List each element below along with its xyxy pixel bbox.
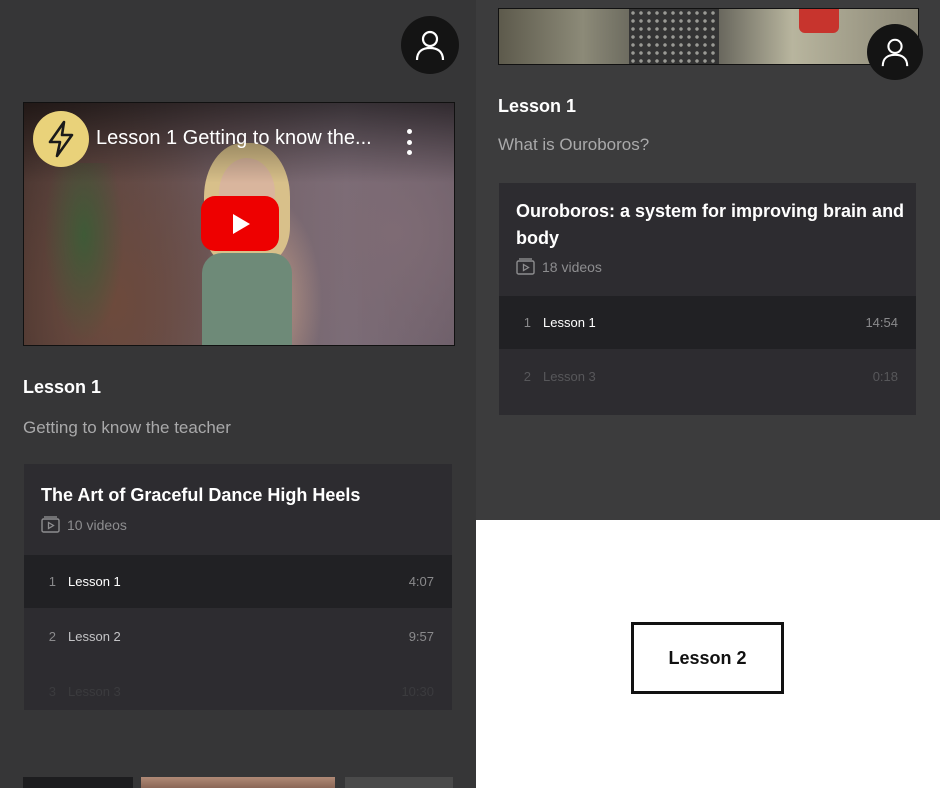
course-title: The Art of Graceful Dance High Heels — [41, 485, 361, 505]
course-card: Ouroboros: a system for improving brain … — [499, 183, 916, 415]
video-list-icon — [516, 258, 535, 275]
left-screen: Lesson 1 Getting to know the... Lesson 1… — [0, 0, 476, 788]
lesson-row[interactable]: 1 Lesson 1 14:54 — [499, 296, 916, 349]
lesson-row[interactable]: 2 Lesson 3 0:18 — [499, 350, 916, 403]
lesson-title: Lesson 1 — [68, 574, 121, 589]
user-icon — [881, 38, 909, 67]
profile-avatar-button[interactable] — [867, 24, 923, 80]
lesson-row[interactable]: 2 Lesson 2 9:57 — [24, 610, 452, 663]
right-screen: Lesson 1 What is Ouroboros? Ouroboros: a… — [476, 0, 940, 520]
lesson-subtitle: What is Ouroboros? — [498, 135, 650, 154]
video-list-icon — [41, 516, 60, 533]
lesson-duration: 4:07 — [408, 574, 434, 589]
play-icon — [233, 213, 250, 234]
more-options-icon[interactable] — [402, 129, 416, 155]
lesson-heading: Lesson 1 — [23, 377, 102, 397]
video-count: 10 videos — [41, 516, 127, 533]
lesson-subtitle: Getting to know the teacher — [23, 418, 231, 437]
lesson-title: Lesson 3 — [543, 369, 596, 384]
lesson-row[interactable]: 3 Lesson 3 10:30 — [24, 665, 452, 710]
thumbnail[interactable] — [23, 777, 133, 788]
video-count: 18 videos — [516, 258, 602, 275]
video-player[interactable]: Lesson 1 Getting to know the... — [23, 102, 455, 346]
lesson-title: Lesson 3 — [68, 684, 121, 699]
lesson-2-button[interactable]: Lesson 2 — [631, 622, 784, 694]
user-icon — [415, 30, 445, 61]
lesson-number: 1 — [48, 574, 56, 589]
lightning-icon — [48, 120, 74, 158]
video-title[interactable]: Lesson 1 Getting to know the... — [96, 127, 386, 150]
lesson-number: 1 — [523, 315, 531, 330]
lesson-duration: 14:54 — [865, 315, 898, 330]
plant-background — [44, 163, 124, 343]
course-card: The Art of Graceful Dance High Heels 10 … — [24, 464, 452, 710]
lesson-number: 2 — [523, 369, 531, 384]
lesson-title: Lesson 1 — [543, 315, 596, 330]
course-title: Ouroboros: a system for improving brain … — [516, 201, 905, 248]
white-screen: Lesson 2 — [476, 520, 940, 788]
channel-logo[interactable] — [33, 111, 89, 167]
presenter-torso — [202, 253, 292, 345]
lesson-row[interactable]: 1 Lesson 1 4:07 — [24, 555, 452, 608]
lesson-duration: 10:30 — [401, 684, 434, 699]
lesson-number: 3 — [48, 684, 56, 699]
lesson-duration: 0:18 — [872, 369, 898, 384]
thumbnail-pattern — [629, 9, 719, 64]
lesson-heading: Lesson 1 — [498, 96, 577, 116]
lesson-title: Lesson 2 — [68, 629, 121, 644]
thumbnail[interactable] — [141, 777, 335, 788]
play-button[interactable] — [201, 196, 279, 251]
video-thumbnail-top[interactable] — [498, 8, 919, 65]
video-count-label: 18 videos — [542, 258, 602, 275]
thumbnail-object — [799, 9, 839, 33]
thumbnail[interactable] — [345, 777, 453, 788]
lesson-duration: 9:57 — [408, 629, 434, 644]
lesson-number: 2 — [48, 629, 56, 644]
profile-avatar-button[interactable] — [401, 16, 459, 74]
video-count-label: 10 videos — [67, 516, 127, 533]
